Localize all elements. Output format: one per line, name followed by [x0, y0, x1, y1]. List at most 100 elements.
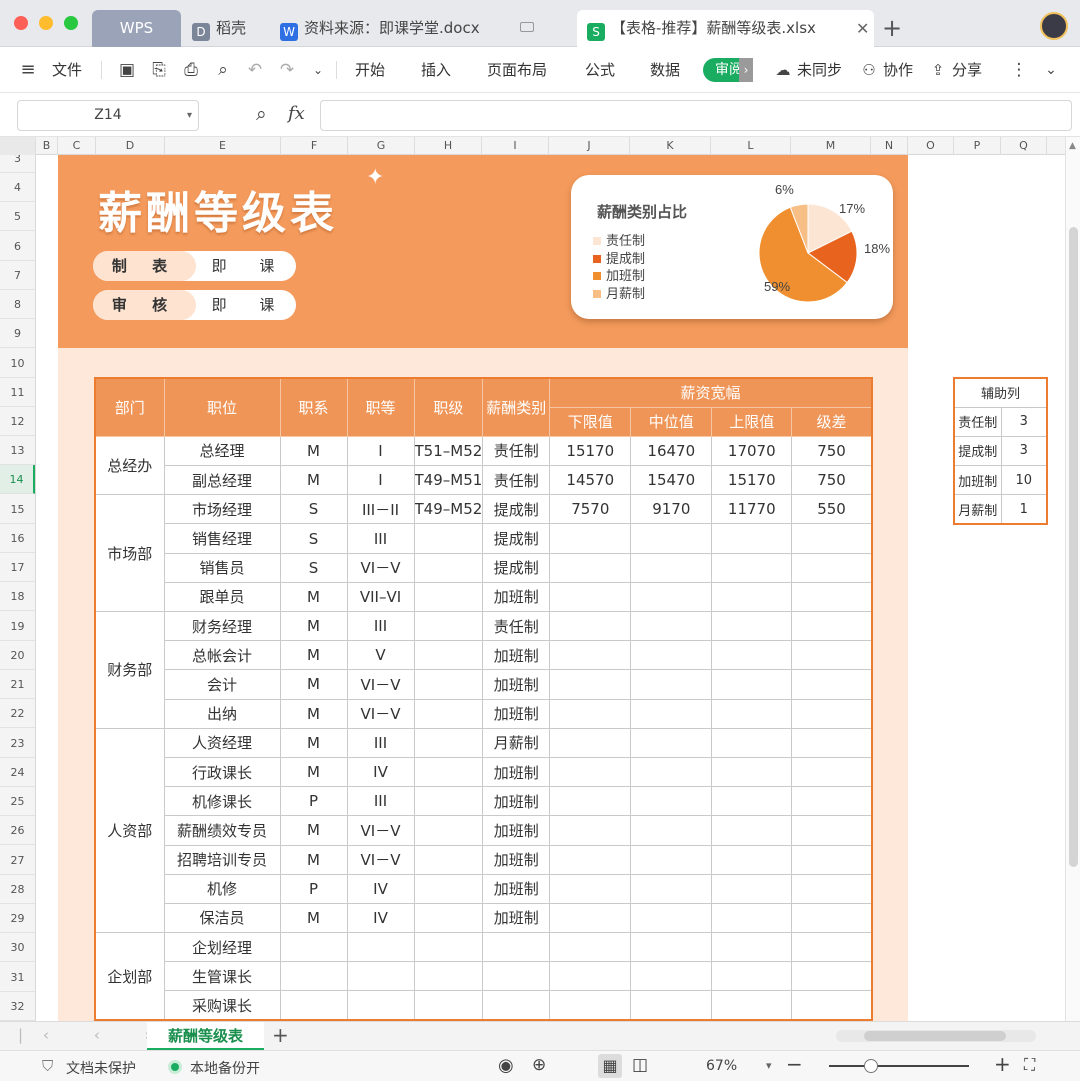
mid-cell[interactable] — [630, 932, 713, 963]
close-tab-icon[interactable]: ✕ — [856, 10, 869, 47]
position-cell[interactable]: 机修课长 — [163, 786, 281, 817]
row-number[interactable]: 31 — [0, 963, 35, 992]
level-cell[interactable] — [413, 552, 484, 583]
pay-type-cell[interactable] — [482, 961, 551, 992]
col-q[interactable]: Q — [1001, 137, 1047, 155]
dept-cell[interactable]: 市场部 — [94, 494, 165, 612]
pie-chart-card[interactable]: 薪酬类别占比 责任制 提成制 加班制 月薪制 17% 18% 59% 6% — [571, 175, 893, 319]
position-cell[interactable]: 跟单员 — [163, 581, 281, 613]
pay-type-cell[interactable]: 加班制 — [482, 873, 551, 904]
zoom-out-button[interactable]: − — [786, 1052, 803, 1076]
header-level[interactable]: 职级 — [413, 377, 484, 437]
level-cell[interactable]: T49–M51 — [413, 465, 484, 496]
menu-formula[interactable]: 公式 — [585, 47, 615, 93]
pay-type-cell[interactable]: 提成制 — [482, 494, 551, 525]
family-cell[interactable]: M — [279, 902, 348, 934]
family-cell[interactable]: M — [279, 435, 348, 467]
min-cell[interactable] — [549, 727, 632, 758]
grade-cell[interactable]: I — [346, 465, 415, 496]
mid-cell[interactable] — [630, 815, 713, 846]
max-cell[interactable] — [711, 756, 793, 788]
diff-cell[interactable] — [791, 698, 873, 729]
tab-docer[interactable]: D 稻壳 — [192, 10, 246, 47]
pay-type-cell[interactable]: 加班制 — [482, 698, 551, 729]
dept-cell[interactable]: 人资部 — [94, 727, 165, 934]
mid-cell[interactable] — [630, 990, 713, 1021]
max-cell[interactable] — [711, 581, 793, 613]
max-cell[interactable] — [711, 902, 793, 934]
diff-cell[interactable] — [791, 902, 873, 934]
position-cell[interactable]: 生管课长 — [163, 961, 281, 992]
position-cell[interactable]: 财务经理 — [163, 610, 281, 642]
diff-cell[interactable] — [791, 756, 873, 788]
row-number[interactable]: 28 — [0, 875, 35, 904]
max-cell[interactable] — [711, 552, 793, 583]
family-cell[interactable]: M — [279, 465, 348, 496]
max-cell[interactable] — [711, 844, 793, 875]
max-cell[interactable]: 15170 — [711, 465, 793, 496]
mid-cell[interactable] — [630, 669, 713, 700]
collapse-ribbon-icon[interactable]: ⌄ — [1040, 59, 1062, 81]
grade-cell[interactable]: IV — [346, 873, 415, 904]
min-cell[interactable] — [549, 932, 632, 963]
col-b[interactable]: B — [36, 137, 58, 155]
mid-cell[interactable] — [630, 698, 713, 729]
row-number-active[interactable]: 14 — [0, 465, 35, 494]
row-number[interactable]: 18 — [0, 582, 35, 611]
col-i[interactable]: I — [482, 137, 549, 155]
min-cell[interactable] — [549, 640, 632, 671]
diff-cell[interactable] — [791, 727, 873, 758]
grade-cell[interactable]: VI－V — [346, 844, 415, 875]
max-cell[interactable] — [711, 990, 793, 1021]
min-cell[interactable] — [549, 523, 632, 554]
grade-cell[interactable]: V — [346, 640, 415, 671]
row-number[interactable]: 26 — [0, 816, 35, 845]
sheet-grid[interactable]: 薪酬等级表 ✦ 制 表 即 课 审 核 即 课 薪酬类别占比 责任制 提成制 加… — [37, 155, 1065, 1021]
zoom-formula-icon[interactable]: ⌕ — [256, 103, 267, 125]
position-cell[interactable]: 销售经理 — [163, 523, 281, 554]
mid-cell[interactable] — [630, 523, 713, 554]
position-cell[interactable]: 副总经理 — [163, 465, 281, 496]
row-number[interactable]: 32 — [0, 992, 35, 1021]
mid-cell[interactable] — [630, 902, 713, 934]
max-cell[interactable] — [711, 669, 793, 700]
family-cell[interactable]: P — [279, 786, 348, 817]
pay-type-cell[interactable]: 加班制 — [482, 815, 551, 846]
col-h[interactable]: H — [415, 137, 482, 155]
min-cell[interactable] — [549, 698, 632, 729]
family-cell[interactable]: S — [279, 494, 348, 525]
grade-cell[interactable] — [346, 990, 415, 1021]
grade-cell[interactable] — [346, 961, 415, 992]
helper-label[interactable]: 责任制 — [953, 406, 1002, 437]
position-cell[interactable]: 行政课长 — [163, 756, 281, 788]
pay-type-cell[interactable]: 加班制 — [482, 581, 551, 613]
avatar[interactable] — [1040, 12, 1068, 40]
position-cell[interactable]: 企划经理 — [163, 932, 281, 963]
diff-cell[interactable] — [791, 640, 873, 671]
grade-cell[interactable]: III — [346, 523, 415, 554]
min-cell[interactable] — [549, 581, 632, 613]
pay-type-cell[interactable]: 责任制 — [482, 610, 551, 642]
header-diff[interactable]: 级差 — [791, 406, 873, 437]
col-l[interactable]: L — [711, 137, 791, 155]
position-cell[interactable]: 总经理 — [163, 435, 281, 467]
mid-cell[interactable] — [630, 873, 713, 904]
mid-cell[interactable] — [630, 786, 713, 817]
header-salary-range[interactable]: 薪资宽幅 — [549, 377, 873, 408]
print-preview-icon[interactable]: ⌕ — [212, 59, 234, 81]
min-cell[interactable] — [549, 815, 632, 846]
col-n[interactable]: N — [871, 137, 908, 155]
max-cell[interactable] — [711, 815, 793, 846]
redo-icon[interactable]: ↷ — [276, 59, 298, 81]
backup-status[interactable]: 本地备份开 — [190, 1058, 260, 1078]
grade-cell[interactable] — [346, 932, 415, 963]
family-cell[interactable] — [279, 932, 348, 963]
pay-type-cell[interactable]: 责任制 — [482, 435, 551, 467]
grade-cell[interactable]: VI－V — [346, 669, 415, 700]
row-number[interactable]: 29 — [0, 904, 35, 933]
row-number[interactable]: 30 — [0, 933, 35, 962]
horizontal-scrollbar[interactable] — [836, 1030, 1036, 1042]
level-cell[interactable] — [413, 581, 484, 613]
diff-cell[interactable] — [791, 786, 873, 817]
level-cell[interactable] — [413, 844, 484, 875]
